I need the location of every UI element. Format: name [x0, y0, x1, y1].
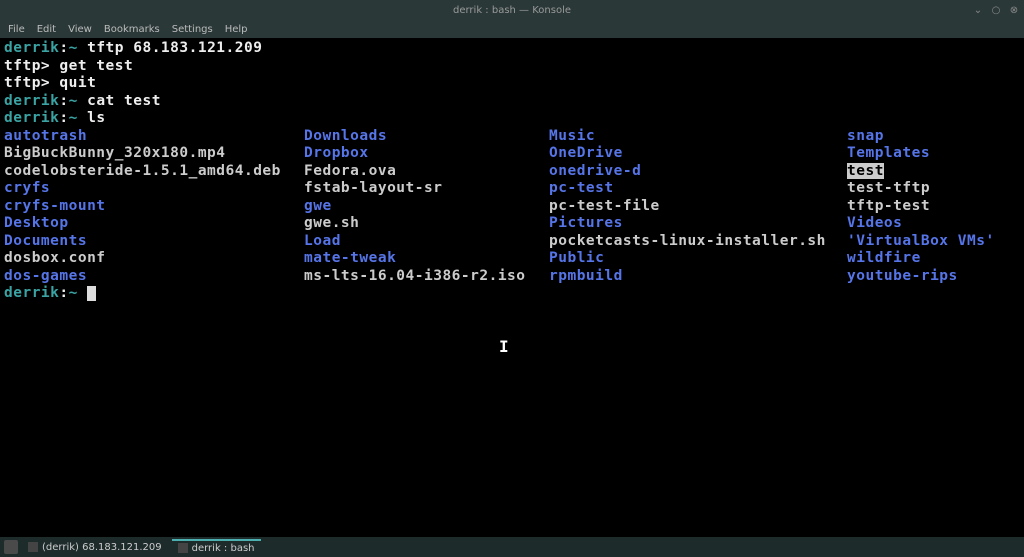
terminal-icon [178, 543, 188, 553]
ls-entry-file: codelobsteride-1.5.1_amd64.deb [4, 163, 304, 181]
ls-entry-dir: wildfire [847, 250, 1007, 268]
command-text: get test [59, 58, 133, 74]
tftp-prompt: tftp> [4, 75, 50, 91]
taskbar-item-label: derrik : bash [192, 543, 255, 554]
prompt-sep: : [59, 93, 68, 109]
tftp-prompt: tftp> [4, 58, 50, 74]
ls-entry-dir: Templates [847, 145, 1007, 163]
close-icon[interactable]: ⊗ [1008, 4, 1020, 16]
taskbar-item-active[interactable]: derrik : bash [172, 539, 261, 556]
menu-bookmarks[interactable]: Bookmarks [104, 24, 160, 35]
ls-entry-dir: cryfs-mount [4, 198, 304, 216]
terminal-line: derrik:~ ls [4, 110, 1020, 128]
terminal-line: tftp> get test [4, 58, 1020, 76]
ls-entry-file: test-tftp [847, 180, 1007, 198]
ls-entry-dir: dos-games [4, 268, 304, 286]
minimize-icon[interactable]: ⌄ [972, 4, 984, 16]
terminal-line: derrik:~ tftp 68.183.121.209 [4, 40, 1020, 58]
ls-entry-file: Fedora.ova [304, 163, 549, 181]
prompt-host: derrik [4, 40, 59, 56]
window-title: derrik : bash — Konsole [453, 5, 571, 16]
text-cursor-icon: I [499, 338, 509, 356]
ls-entry-dir: Dropbox [304, 145, 549, 163]
ls-entry-dir: pc-test [549, 180, 847, 198]
command-text: cat test [87, 93, 161, 109]
ls-entry-dir: Videos [847, 215, 1007, 233]
ls-column: Music OneDrive onedrive-d pc-test pc-tes… [549, 128, 847, 286]
ls-entry-dir: Downloads [304, 128, 549, 146]
prompt-sep: : [59, 40, 68, 56]
window-titlebar: derrik : bash — Konsole ⌄ ○ ⊗ [0, 0, 1024, 20]
taskbar: (derrik) 68.183.121.209 derrik : bash [0, 537, 1024, 557]
ls-entry-dir: onedrive-d [549, 163, 847, 181]
cursor-block [87, 286, 96, 301]
ls-entry-dir: autotrash [4, 128, 304, 146]
command-text: quit [59, 75, 96, 91]
prompt-path: ~ [69, 285, 78, 301]
command-text: tftp 68.183.121.209 [87, 40, 262, 56]
ls-entry-dir: youtube-rips [847, 268, 1007, 286]
ls-entry-file: gwe.sh [304, 215, 549, 233]
terminal-line: derrik:~ cat test [4, 93, 1020, 111]
ls-entry-dir: snap [847, 128, 1007, 146]
ls-entry-dir: cryfs [4, 180, 304, 198]
terminal-area[interactable]: derrik:~ tftp 68.183.121.209 tftp> get t… [0, 38, 1024, 537]
ls-column: autotrash BigBuckBunny_320x180.mp4 codel… [4, 128, 304, 286]
ls-entry-file: pc-test-file [549, 198, 847, 216]
prompt-host: derrik [4, 93, 59, 109]
menu-file[interactable]: File [8, 24, 25, 35]
ls-entry-dir: 'VirtualBox VMs' [847, 233, 1007, 251]
prompt-host: derrik [4, 110, 59, 126]
ls-entry-file: fstab-layout-sr [304, 180, 549, 198]
prompt-sep: : [59, 110, 68, 126]
ls-entry-dir: Public [549, 250, 847, 268]
menu-view[interactable]: View [68, 24, 92, 35]
menubar: File Edit View Bookmarks Settings Help [0, 20, 1024, 38]
terminal-icon [28, 542, 38, 552]
ls-entry-file: tftp-test [847, 198, 1007, 216]
app-launcher-icon[interactable] [4, 540, 18, 554]
ls-column: Downloads Dropbox Fedora.ova fstab-layou… [304, 128, 549, 286]
ls-entry-dir: Desktop [4, 215, 304, 233]
maximize-icon[interactable]: ○ [990, 4, 1002, 16]
ls-entry-dir: Pictures [549, 215, 847, 233]
ls-entry-file: BigBuckBunny_320x180.mp4 [4, 145, 304, 163]
menu-edit[interactable]: Edit [37, 24, 56, 35]
ls-entry-highlight: test [847, 163, 884, 179]
menu-settings[interactable]: Settings [172, 24, 213, 35]
ls-entry-dir: OneDrive [549, 145, 847, 163]
ls-entry-dir: gwe [304, 198, 549, 216]
taskbar-item-label: (derrik) 68.183.121.209 [42, 542, 162, 553]
ls-entry-dir: rpmbuild [549, 268, 847, 286]
menu-help[interactable]: Help [225, 24, 248, 35]
ls-entry-dir: Documents [4, 233, 304, 251]
ls-entry-file: ms-lts-16.04-i386-r2.iso [304, 268, 549, 286]
terminal-line: tftp> quit [4, 75, 1020, 93]
ls-entry-file: dosbox.conf [4, 250, 304, 268]
ls-entry-file: pocketcasts-linux-installer.sh [549, 233, 847, 251]
window-controls: ⌄ ○ ⊗ [972, 4, 1020, 16]
taskbar-item[interactable]: (derrik) 68.183.121.209 [22, 540, 168, 555]
prompt-host: derrik [4, 285, 59, 301]
ls-entry-dir: Music [549, 128, 847, 146]
ls-column: snap Templates test test-tftp tftp-test … [847, 128, 1007, 286]
command-text: ls [87, 110, 105, 126]
prompt-path: ~ [69, 93, 78, 109]
ls-entry-dir: Load [304, 233, 549, 251]
prompt-path: ~ [69, 40, 78, 56]
ls-output: autotrash BigBuckBunny_320x180.mp4 codel… [4, 128, 1020, 286]
terminal-line: derrik:~ [4, 285, 1020, 303]
prompt-path: ~ [69, 110, 78, 126]
ls-entry-dir: mate-tweak [304, 250, 549, 268]
prompt-sep: : [59, 285, 68, 301]
